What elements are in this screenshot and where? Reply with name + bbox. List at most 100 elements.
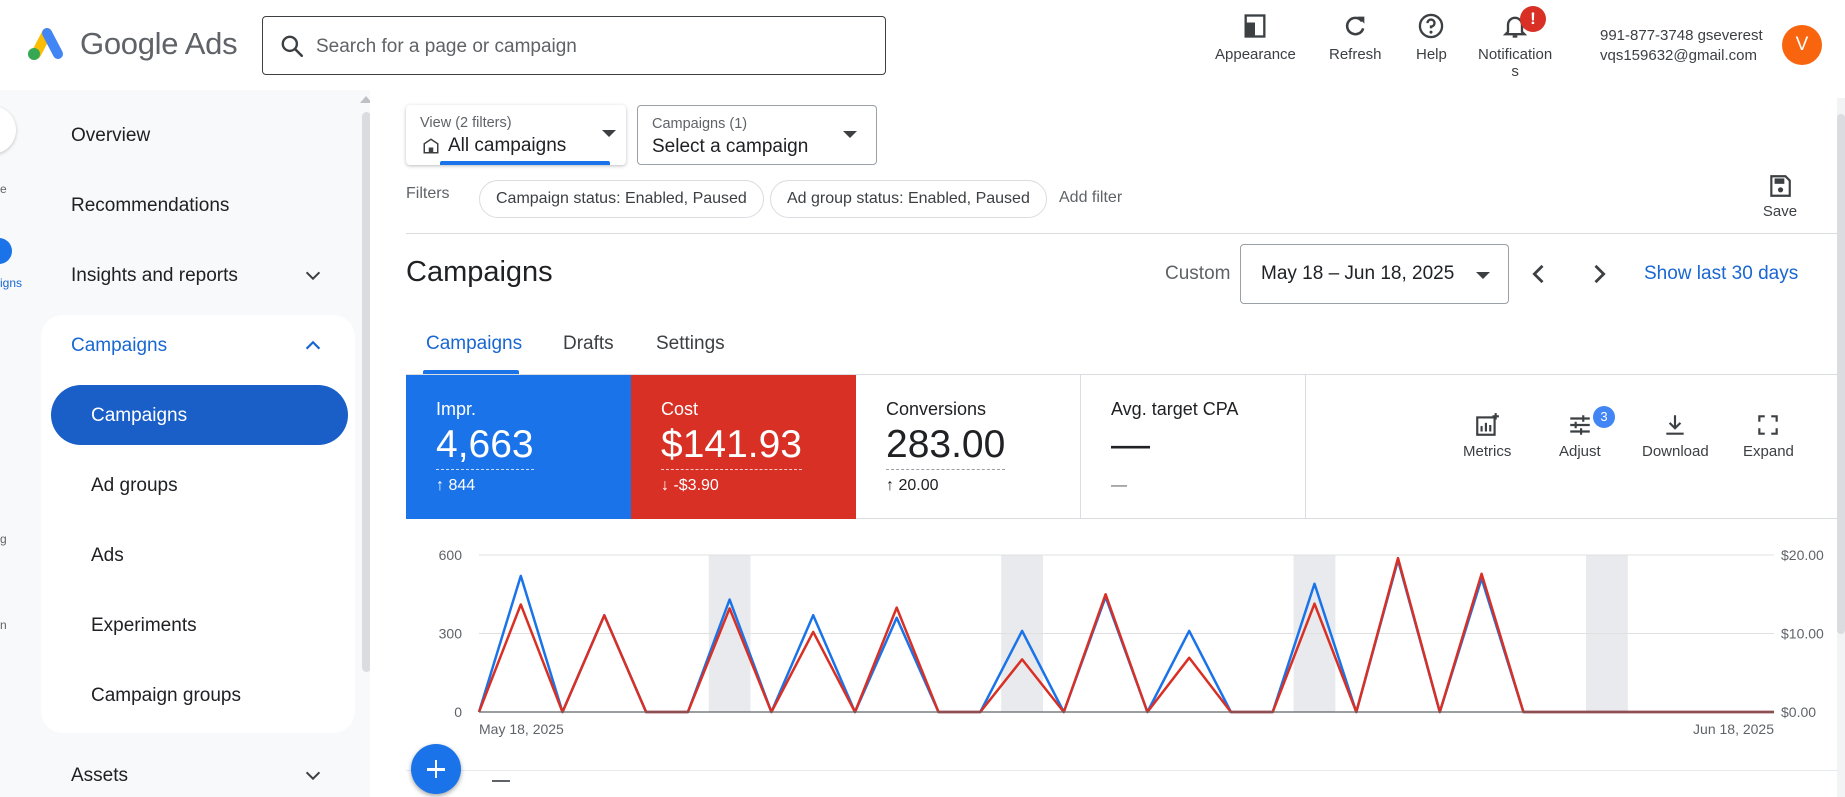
metric-value: 283.00 bbox=[886, 423, 1006, 470]
performance-chart: 0 $0.00 300 $10.00 600 $20.00 May 18, 2025 Ju… bbox=[439, 547, 1824, 737]
campaign-dropdown-arrow-icon bbox=[843, 131, 857, 138]
appearance-button[interactable]: Appearance bbox=[1215, 12, 1296, 63]
date-preset-label: Custom bbox=[1165, 263, 1231, 284]
nav-item-insights[interactable]: Insights and reports bbox=[71, 265, 238, 287]
save-button[interactable]: Save bbox=[1755, 173, 1805, 220]
metric-value: $141.93 bbox=[661, 423, 802, 470]
expand-button[interactable]: Expand bbox=[1743, 412, 1794, 460]
y-right-tick-label: $0.00 bbox=[1781, 704, 1816, 720]
google-ads-logo-icon[interactable] bbox=[24, 24, 66, 62]
view-selector-caption: View (2 filters) bbox=[420, 115, 512, 131]
nav-sub-experiments[interactable]: Experiments bbox=[91, 615, 197, 637]
chart-series bbox=[477, 556, 1774, 714]
metrics-label: Metrics bbox=[1463, 443, 1512, 460]
campaigns-nav-section bbox=[41, 315, 355, 733]
expand-label: Expand bbox=[1743, 443, 1794, 460]
metrics-button[interactable]: Metrics bbox=[1463, 412, 1511, 460]
create-fab-button[interactable] bbox=[411, 744, 461, 794]
search-bar[interactable]: Search for a page or campaign bbox=[262, 16, 886, 75]
create-disc-button[interactable] bbox=[0, 106, 16, 154]
avatar[interactable]: V bbox=[1782, 25, 1822, 65]
nav-item-assets[interactable]: Assets bbox=[71, 765, 128, 787]
help-button[interactable]: Help bbox=[1416, 12, 1447, 63]
metric-label: Impr. bbox=[436, 399, 477, 419]
metric-label: Avg. target CPA bbox=[1111, 399, 1239, 419]
next-period-icon[interactable] bbox=[1585, 260, 1613, 288]
tab-settings[interactable]: Settings bbox=[656, 333, 725, 355]
y-right-tick-label: $20.00 bbox=[1781, 547, 1824, 563]
brand-name[interactable]: Google Ads bbox=[80, 26, 238, 62]
metric-value: 4,663 bbox=[436, 423, 534, 470]
chevron-down-icon[interactable] bbox=[302, 765, 324, 787]
metric-card-cost[interactable]: Cost $141.93 ↓ -$3.90 bbox=[631, 375, 856, 519]
chevron-down-icon[interactable] bbox=[302, 265, 324, 287]
campaign-selector[interactable]: Campaigns (1) Select a campaign bbox=[637, 105, 877, 165]
chevron-up-icon[interactable] bbox=[302, 334, 324, 356]
rail-label-fragment: igns bbox=[0, 276, 22, 290]
nav-sub-campaign-groups[interactable]: Campaign groups bbox=[91, 685, 241, 707]
x-axis-end-label: Jun 18, 2025 bbox=[1693, 721, 1774, 737]
rail-label-fragment: g bbox=[0, 532, 7, 546]
building-icon bbox=[423, 138, 439, 154]
download-button[interactable]: Download bbox=[1642, 412, 1709, 460]
main-scrollbar[interactable] bbox=[1837, 114, 1845, 634]
notification-alert-badge: ! bbox=[1520, 6, 1546, 32]
tab-campaigns[interactable]: Campaigns bbox=[426, 333, 522, 355]
metric-label: Cost bbox=[661, 399, 699, 419]
account-info[interactable]: 991-877-3748 gseverest vqs159632@gmail.c… bbox=[1600, 26, 1763, 66]
adjust-count-badge: 3 bbox=[1593, 406, 1615, 428]
help-icon bbox=[1419, 13, 1444, 39]
metrics-chart-icon bbox=[1476, 413, 1500, 436]
top-bar: Google Ads Search for a page or campaign… bbox=[0, 0, 1845, 90]
filters-label: Filters bbox=[406, 185, 450, 202]
filter-chip-campaign-status[interactable]: Campaign status: Enabled, Paused bbox=[479, 180, 764, 218]
account-id: 991-877-3748 gseverest bbox=[1600, 27, 1763, 44]
y-left-tick-label: 300 bbox=[439, 626, 463, 642]
previous-period-icon[interactable] bbox=[1525, 260, 1553, 288]
date-range-value: May 18 – Jun 18, 2025 bbox=[1261, 263, 1455, 284]
metric-delta: ↓ -$3.90 bbox=[661, 477, 719, 494]
filter-chip-ad-group-status[interactable]: Ad group status: Enabled, Paused bbox=[770, 180, 1047, 218]
add-filter-button[interactable]: Add filter bbox=[1059, 189, 1122, 207]
help-label: Help bbox=[1416, 46, 1447, 63]
left-rail: e igns g n bbox=[0, 90, 22, 797]
metric-delta: — bbox=[1111, 477, 1127, 494]
divider bbox=[406, 770, 1845, 771]
metric-card-conversions[interactable]: Conversions 283.00 ↑ 20.00 bbox=[856, 375, 1081, 519]
metric-label: Conversions bbox=[886, 399, 987, 419]
plus-icon bbox=[434, 760, 438, 778]
refresh-button[interactable]: Refresh bbox=[1329, 12, 1382, 63]
nav-sub-ads[interactable]: Ads bbox=[91, 545, 124, 567]
metric-card-avg-target-cpa[interactable]: Avg. target CPA — — bbox=[1081, 375, 1306, 519]
view-selector[interactable]: View (2 filters) All campaigns bbox=[406, 105, 626, 165]
rail-label-fragment: e bbox=[0, 182, 7, 196]
table-toolbar-peek-icon bbox=[492, 780, 510, 792]
nav-sub-campaigns[interactable]: Campaigns bbox=[91, 405, 187, 427]
notifications-label-line1: Notification bbox=[1478, 46, 1553, 63]
campaign-selector-value: Select a campaign bbox=[652, 136, 809, 157]
nav-sub-ad-groups[interactable]: Ad groups bbox=[91, 475, 178, 497]
nav-item-campaigns-section[interactable]: Campaigns bbox=[71, 335, 167, 357]
appearance-icon bbox=[1244, 14, 1266, 38]
nav-item-recommendations[interactable]: Recommendations bbox=[71, 195, 229, 217]
x-axis-start-label: May 18, 2025 bbox=[479, 721, 564, 737]
nav-item-overview[interactable]: Overview bbox=[71, 125, 150, 147]
metric-value: — bbox=[1111, 423, 1150, 466]
main-content: View (2 filters) All campaigns Campaigns… bbox=[370, 90, 1845, 797]
search-icon bbox=[281, 35, 304, 58]
metric-delta: ↑ 20.00 bbox=[886, 477, 939, 494]
campaigns-rail-icon[interactable] bbox=[0, 238, 12, 264]
date-range-picker[interactable]: May 18 – Jun 18, 2025 bbox=[1240, 244, 1509, 304]
show-last-30-days-link[interactable]: Show last 30 days bbox=[1644, 263, 1798, 285]
save-label: Save bbox=[1762, 203, 1798, 220]
campaign-selector-caption: Campaigns (1) bbox=[652, 116, 748, 132]
view-selector-value: All campaigns bbox=[448, 135, 567, 156]
adjust-label: Adjust bbox=[1559, 443, 1601, 460]
view-selector-indicator bbox=[440, 161, 610, 165]
notifications-label-line2: s bbox=[1511, 63, 1519, 80]
metric-card-impressions[interactable]: Impr. 4,663 ↑ 844 bbox=[406, 375, 631, 519]
fullscreen-icon bbox=[1758, 415, 1779, 435]
tune-icon bbox=[1570, 415, 1590, 435]
rail-label-fragment: n bbox=[0, 618, 7, 632]
tab-drafts[interactable]: Drafts bbox=[563, 333, 614, 355]
